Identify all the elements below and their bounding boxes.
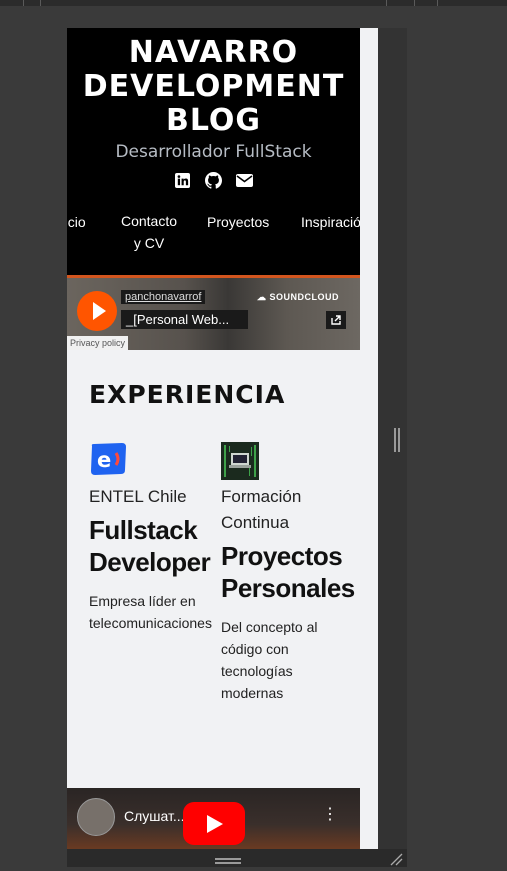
- corner-resize-icon[interactable]: [389, 852, 403, 866]
- email-icon[interactable]: [236, 171, 254, 189]
- nav-item-contacto[interactable]: Contacto y CV: [118, 210, 180, 254]
- more-options-icon[interactable]: ⋮: [322, 807, 338, 823]
- soundcloud-player[interactable]: panchonavarrof _[Personal Web... ☁ SOUND…: [67, 278, 360, 350]
- linkedin-icon[interactable]: [174, 171, 192, 189]
- channel-avatar[interactable]: [77, 798, 115, 836]
- site-subtitle: Desarrollador FullStack: [115, 142, 312, 162]
- entel-logo: e: [89, 442, 127, 480]
- role-description: Del concepto al código con tecnologías m…: [221, 619, 318, 701]
- site-title: NAVARRO DEVELOPMENT BLOG: [82, 35, 345, 138]
- social-links: [67, 171, 360, 189]
- privacy-policy-link[interactable]: Privacy policy: [67, 336, 129, 350]
- top-toolbar: [0, 0, 507, 6]
- bottom-resize-handle[interactable]: [215, 858, 241, 865]
- role-title: Fullstack Developer: [89, 515, 211, 577]
- youtube-embed[interactable]: Слушат... у Ого... ⋮: [67, 788, 360, 849]
- company-name: Formación Continua: [221, 487, 302, 532]
- role-title: Proyectos Personales: [221, 541, 355, 603]
- nav-item-inicio[interactable]: Inicio: [67, 214, 86, 230]
- track-title[interactable]: _[Personal Web...: [121, 310, 248, 329]
- nav-item-proyectos[interactable]: Proyectos: [207, 214, 269, 230]
- terminal-logo: [221, 442, 259, 480]
- main-nav: Inicio Contacto y CV Proyectos Inspiraci…: [67, 213, 360, 254]
- experience-card-personal: Formación Continua Proyectos Personales …: [221, 442, 357, 704]
- company-name: ENTEL Chile: [89, 487, 187, 506]
- experience-heading: EXPERIENCIA: [89, 380, 286, 409]
- cloud-icon: ☁: [257, 292, 270, 302]
- page-viewport: NAVARRO DEVELOPMENT BLOG Desarrollador F…: [67, 28, 360, 849]
- nav-item-inspiracion[interactable]: Inspiración: [301, 214, 360, 230]
- play-button[interactable]: [77, 291, 117, 331]
- side-resize-handle[interactable]: [394, 428, 400, 452]
- youtube-play-button[interactable]: [183, 802, 245, 845]
- device-side-panel: [378, 28, 407, 849]
- share-icon[interactable]: [326, 311, 346, 329]
- page-scrollbar[interactable]: [360, 28, 378, 849]
- role-description: Empresa líder en telecomunicaciones: [89, 593, 212, 631]
- github-icon[interactable]: [205, 171, 223, 189]
- soundcloud-logo[interactable]: ☁ SOUNDCLOUD: [257, 292, 339, 303]
- experience-card-entel: e ENTEL Chile Fullstack Developer Empres…: [89, 442, 221, 634]
- site-header: NAVARRO DEVELOPMENT BLOG Desarrollador F…: [67, 28, 360, 275]
- soundcloud-user-link[interactable]: panchonavarrof: [121, 290, 206, 304]
- device-frame: NAVARRO DEVELOPMENT BLOG Desarrollador F…: [67, 28, 407, 867]
- svg-text:e: e: [97, 448, 111, 472]
